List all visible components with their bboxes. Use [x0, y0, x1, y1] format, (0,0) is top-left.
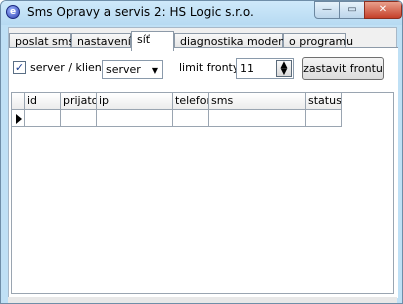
column-header-ip[interactable]: ip: [97, 93, 173, 110]
current-row-arrow-icon: [16, 114, 22, 124]
main-window: e Sms Opravy a servis 2: HS Logic s.r.o.…: [0, 0, 403, 304]
cell-ip[interactable]: [97, 110, 173, 127]
minimize-button[interactable]: —: [314, 1, 340, 19]
row-indicator: [12, 110, 25, 127]
column-header-prijato[interactable]: prijato: [61, 93, 97, 110]
spinner-arrows-icon[interactable]: ▲ ▼: [276, 60, 292, 77]
table-row[interactable]: [12, 110, 342, 127]
message-grid[interactable]: id prijato ip telefon sms status: [11, 92, 394, 294]
column-header-id[interactable]: id: [25, 93, 61, 110]
cell-status[interactable]: [306, 110, 342, 127]
title-bar[interactable]: e Sms Opravy a servis 2: HS Logic s.r.o.…: [1, 1, 402, 25]
maximize-button[interactable]: ▭: [339, 1, 365, 19]
mode-select-value: server: [106, 63, 141, 76]
column-header-telefon[interactable]: telefon: [173, 93, 209, 110]
status-bar: [8, 297, 397, 303]
stop-queue-button[interactable]: zastavit frontu: [302, 57, 384, 80]
column-header-status[interactable]: status: [306, 93, 342, 110]
tab-sit[interactable]: síť: [131, 31, 174, 51]
window-title: Sms Opravy a servis 2: HS Logic s.r.o.: [27, 5, 254, 19]
minimize-icon: —: [322, 4, 332, 15]
tab-panel-sit: ✓ server / klient server ▼ limit fronty …: [9, 47, 398, 298]
cell-id[interactable]: [25, 110, 61, 127]
client-area: poslat sms nastavení síť diagnostika mod…: [8, 27, 398, 298]
chevron-down-icon: ▼: [151, 66, 158, 75]
limit-spinner[interactable]: 11 ▲ ▼: [236, 58, 294, 79]
mode-select[interactable]: server ▼: [102, 60, 163, 79]
cell-telefon[interactable]: [173, 110, 209, 127]
close-icon: ✕: [378, 4, 388, 15]
row-indicator-header: [12, 93, 25, 110]
app-icon[interactable]: e: [6, 5, 20, 19]
limit-label: limit fronty: [179, 61, 240, 74]
maximize-icon: ▭: [347, 4, 357, 15]
cell-sms[interactable]: [209, 110, 306, 127]
server-checkbox-label: server / klient: [30, 61, 107, 74]
close-button[interactable]: ✕: [364, 1, 402, 19]
cell-prijato[interactable]: [61, 110, 97, 127]
limit-value: 11: [240, 62, 254, 75]
server-checkbox[interactable]: ✓: [13, 61, 26, 74]
column-header-sms[interactable]: sms: [209, 93, 306, 110]
grid-header-row: id prijato ip telefon sms status: [12, 93, 342, 110]
